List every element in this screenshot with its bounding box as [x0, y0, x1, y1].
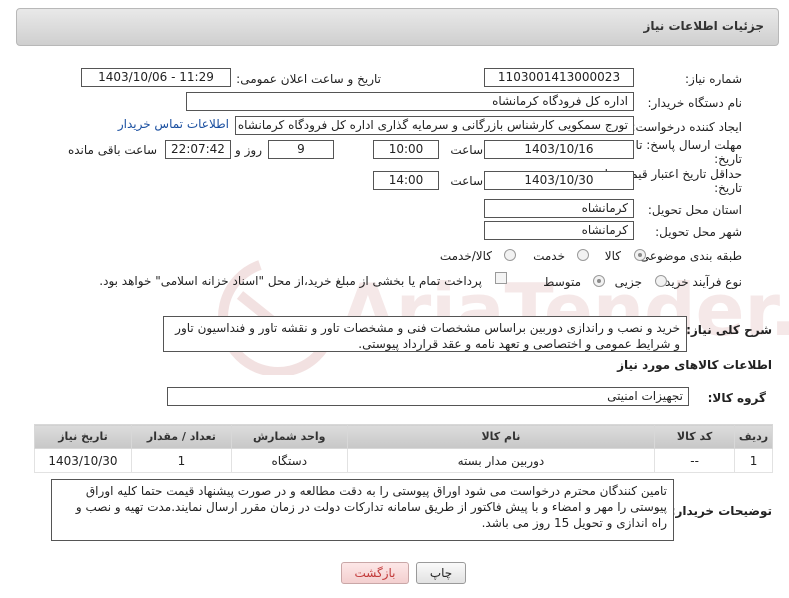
need-number-label: شماره نیاز:	[685, 72, 742, 86]
goods-table: ردیف کد کالا نام کالا واحد شمارش تعداد /…	[34, 424, 773, 473]
page-title: جزئیات اطلاعات نیاز	[643, 19, 764, 33]
description-label: شرح کلی نیاز:	[686, 323, 772, 337]
validity-date-label: تاریخ:	[714, 181, 742, 195]
payment-treasury-checkbox[interactable]	[495, 272, 507, 284]
goods-section-title: اطلاعات کالاهای مورد نیاز	[617, 358, 772, 372]
process-partial-label: جزیی	[614, 275, 642, 289]
cell-need-date: 1403/10/30	[34, 448, 132, 473]
watermark-logo: AriaTender.neT	[218, 260, 789, 375]
col-header-need-date: تاریخ نیاز	[34, 424, 132, 449]
deadline-time-field: 10:00	[373, 140, 439, 159]
remaining-time-field: 22:07:42	[165, 140, 231, 159]
deadline-date-field: 1403/10/16	[484, 140, 634, 159]
col-header-row-number: ردیف	[734, 424, 773, 449]
buyer-org-field: اداره کل فرودگاه کرمانشاه	[186, 92, 634, 111]
requester-label: ایجاد کننده درخواست:	[631, 120, 742, 134]
validity-time-label: ساعت	[450, 174, 483, 188]
province-field: کرمانشاه	[484, 199, 634, 218]
process-partial-radio[interactable]	[655, 275, 667, 287]
category-label: طبقه بندی موضوعی:	[635, 249, 742, 263]
category-both-label: کالا/خدمت	[439, 249, 492, 263]
col-header-quantity: تعداد / مقدار	[130, 424, 232, 449]
cell-item-code: --	[654, 448, 736, 473]
process-label: نوع فرآیند خرید :	[657, 275, 742, 289]
validity-date-field: 1403/10/30	[484, 171, 634, 190]
buyer-notes-text: تامین کنندگان محترم درخواست می شود اوراق…	[51, 479, 674, 541]
category-goods-radio[interactable]	[634, 249, 646, 261]
days-field: 9	[268, 140, 334, 159]
page-header: جزئیات اطلاعات نیاز	[16, 8, 779, 46]
cell-row-number: 1	[734, 448, 773, 473]
cell-quantity: 1	[130, 448, 232, 473]
buyer-org-label: نام دستگاه خریدار:	[647, 96, 743, 110]
category-both-radio[interactable]	[504, 249, 516, 261]
deadline-date-label: تاریخ:	[714, 152, 742, 166]
remaining-label: ساعت باقی مانده	[67, 143, 157, 157]
col-header-item-code: کد کالا	[654, 424, 736, 449]
deadline-time-label: ساعت	[450, 143, 483, 157]
process-medium-label: متوسط	[543, 275, 581, 289]
table-header-row: ردیف کد کالا نام کالا واحد شمارش تعداد /…	[34, 424, 773, 449]
announce-field: 1403/10/06 - 11:29	[81, 68, 231, 87]
goods-group-field: تجهیزات امنیتی	[167, 387, 689, 406]
deadline-label: مهلت ارسال پاسخ: تا	[635, 138, 742, 152]
back-button[interactable]: بازگشت	[341, 562, 409, 584]
col-header-item-name: نام کالا	[346, 424, 656, 449]
print-button[interactable]: چاپ	[416, 562, 466, 584]
table-row: 1 -- دوربین مدار بسته دستگاه 1 1403/10/3…	[34, 448, 773, 473]
category-goods-label: کالا	[604, 249, 621, 263]
cell-unit: دستگاه	[230, 448, 348, 473]
days-label: روز و	[235, 143, 262, 157]
col-header-unit: واحد شمارش	[230, 424, 348, 449]
city-label: شهر محل تحویل:	[655, 225, 742, 239]
need-number-field: 1103001413000023	[484, 68, 634, 87]
description-text: خرید و نصب و راندازی دوربین براساس مشخصا…	[163, 316, 687, 352]
category-service-label: خدمت	[533, 249, 565, 263]
cell-item-name: دوربین مدار بسته	[346, 448, 656, 473]
province-label: استان محل تحویل:	[647, 203, 742, 217]
buyer-notes-label: توضیحات خریدار:	[670, 504, 772, 518]
city-field: کرمانشاه	[484, 221, 634, 240]
payment-note: پرداخت تمام یا بخشی از مبلغ خرید،از محل …	[99, 274, 482, 288]
announce-label: تاریخ و ساعت اعلان عمومی:	[236, 72, 381, 86]
goods-group-label: گروه کالا:	[707, 391, 766, 405]
validity-time-field: 14:00	[373, 171, 439, 190]
category-service-radio[interactable]	[577, 249, 589, 261]
requester-field: تورج سمکویی کارشناس بازرگانی و سرمایه گذ…	[235, 116, 634, 135]
buyer-contact-link[interactable]: اطلاعات تماس خریدار	[118, 117, 229, 131]
process-medium-radio[interactable]	[593, 275, 605, 287]
